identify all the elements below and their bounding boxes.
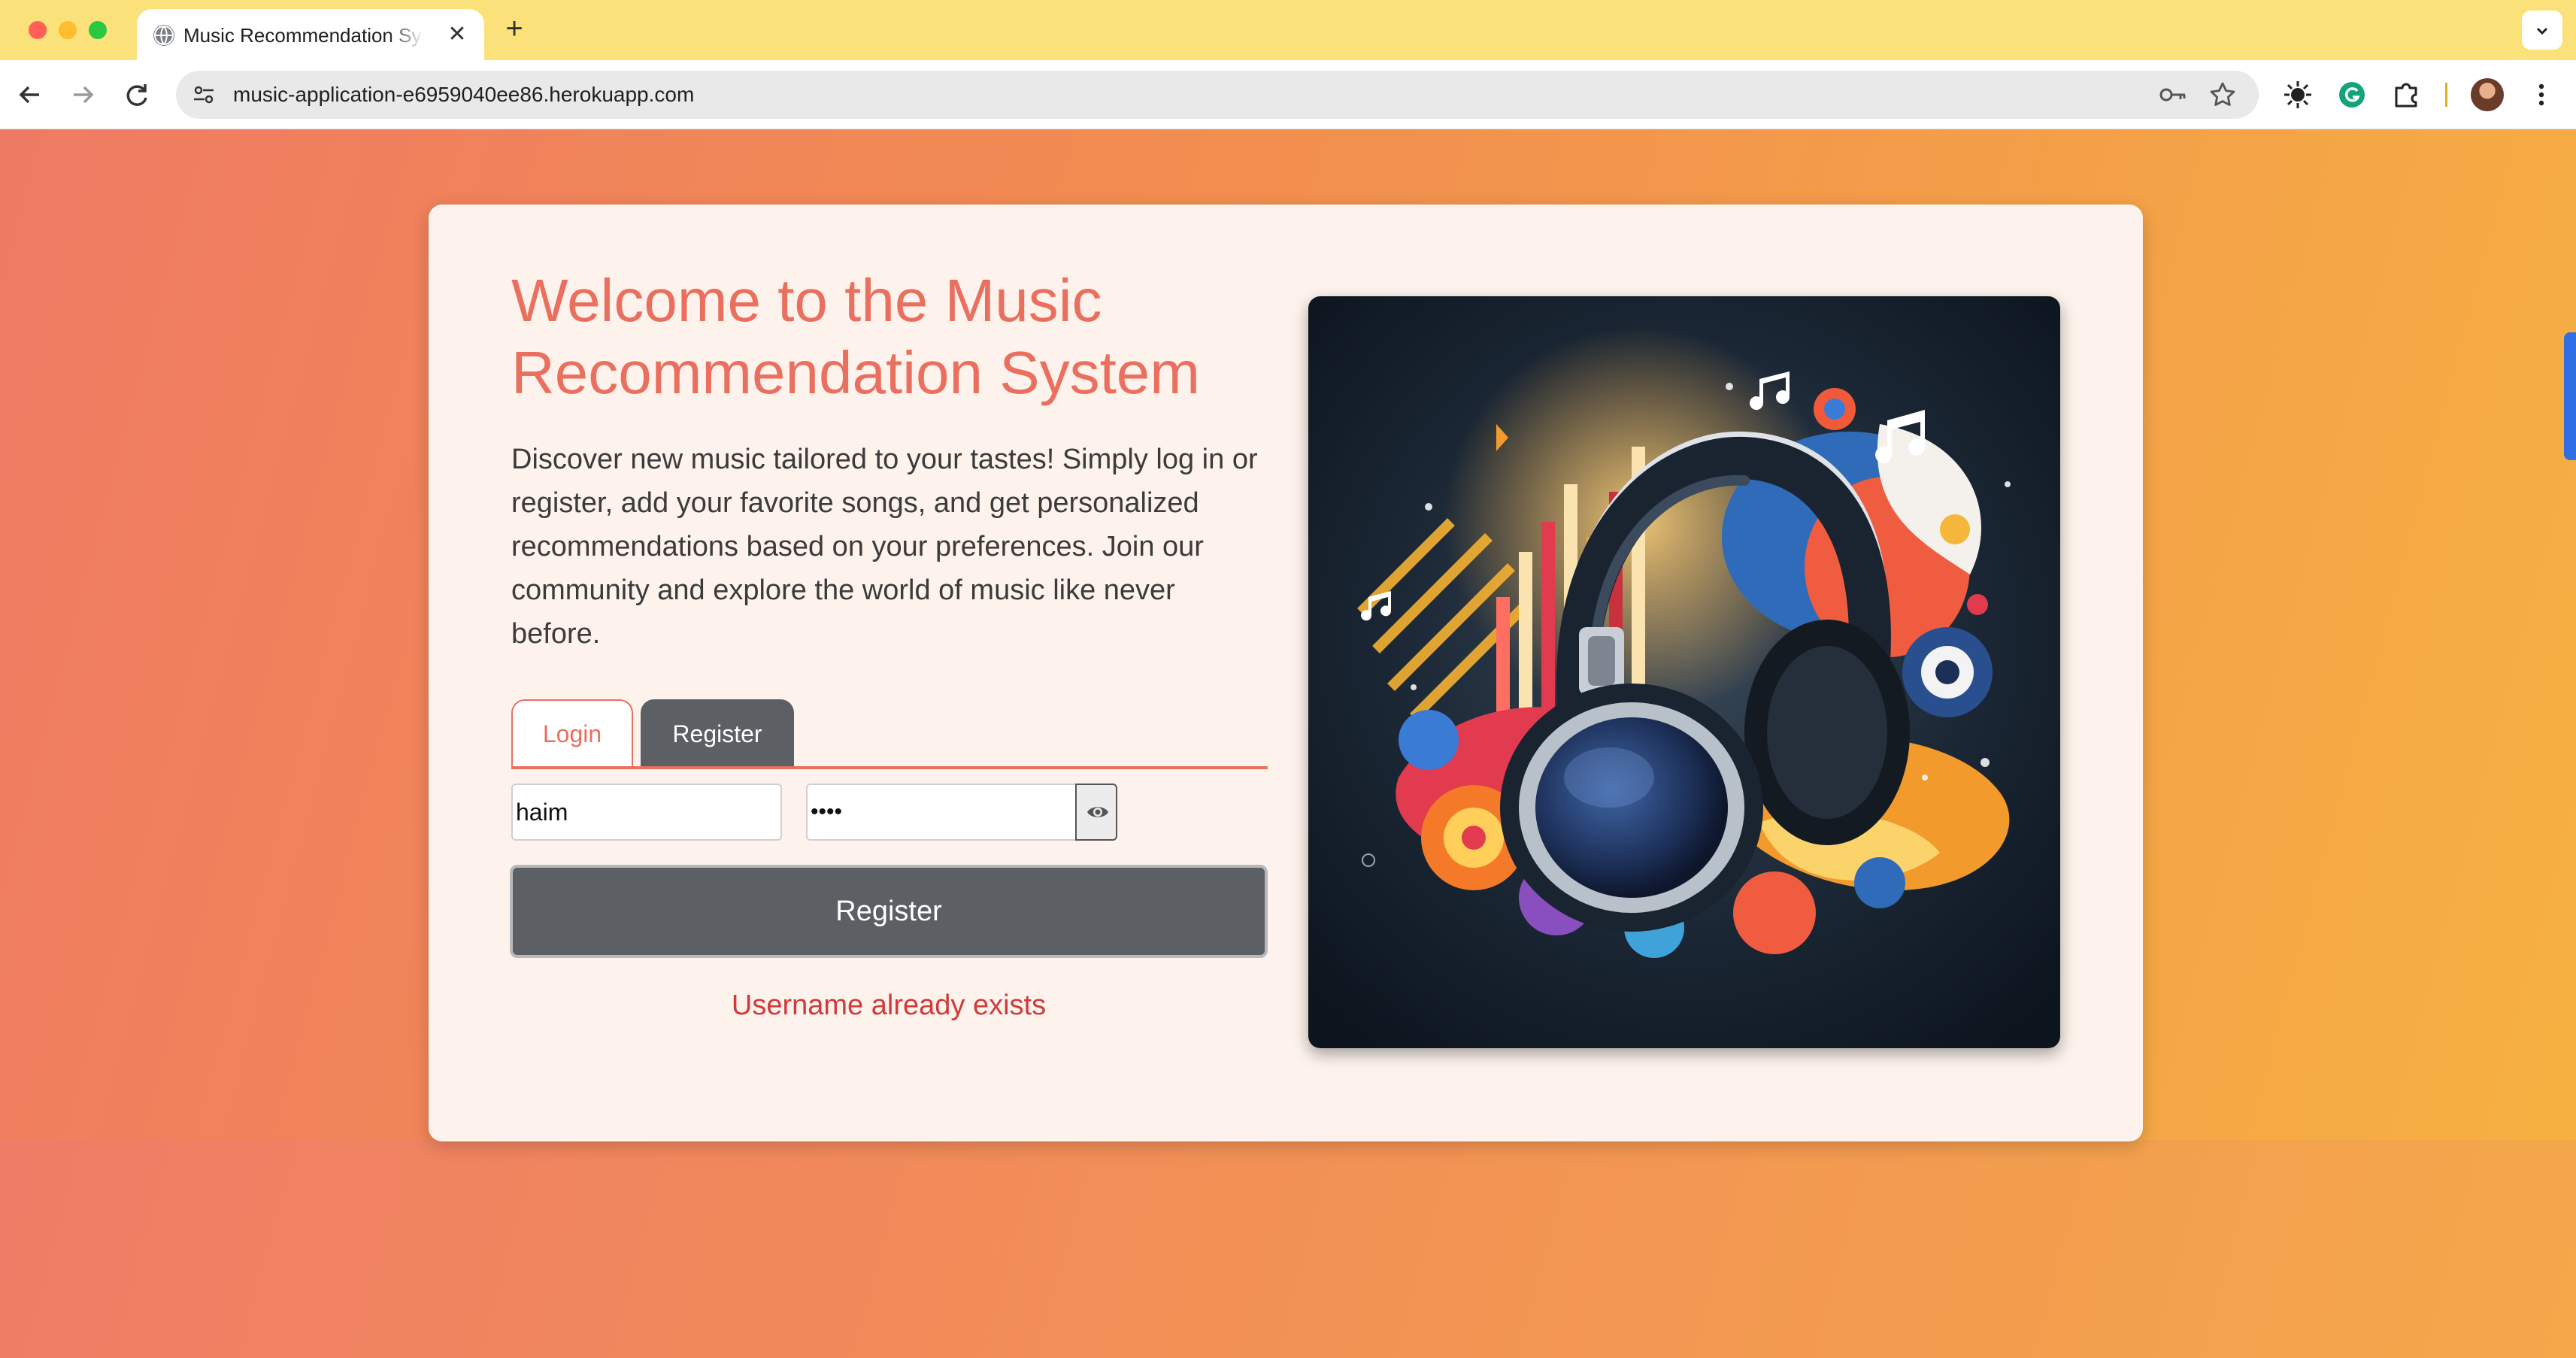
browser-toolbar: music-application-e6959040ee86.herokuapp… [0,60,2576,129]
tab-title: Music Recommendation System [183,24,424,47]
site-settings-icon[interactable] [192,84,215,105]
address-bar[interactable]: music-application-e6959040ee86.herokuapp… [176,71,2259,119]
chevron-down-icon[interactable] [2522,11,2562,50]
eye-icon [1087,807,1108,817]
error-message: Username already exists [731,990,1047,1021]
browser-tab-strip: Music Recommendation System ✕ + [0,0,2576,60]
reload-icon[interactable] [120,78,153,111]
toolbar-divider [2445,83,2447,107]
username-input[interactable] [511,784,782,841]
welcome-card: Welcome to the Music Recommendation Syst… [429,205,2143,1141]
headphones-illustration [1308,296,2060,1048]
maximize-window-button[interactable] [89,21,107,39]
page-viewport: Welcome to the Music Recommendation Syst… [0,129,2576,1358]
star-icon[interactable] [2208,80,2238,110]
globe-icon [153,25,174,46]
close-window-button[interactable] [29,21,47,39]
browser-tab[interactable]: Music Recommendation System ✕ [137,9,484,60]
plus-icon[interactable]: + [499,14,529,44]
intro-paragraph: Discover new music tailored to your tast… [511,444,1258,650]
extension-sun-icon[interactable] [2281,78,2314,111]
show-password-button[interactable] [1075,784,1117,841]
tab-underline [511,766,1268,769]
register-submit-button[interactable]: Register [510,865,1268,958]
scrollbar[interactable] [2564,332,2576,460]
grammarly-icon[interactable] [2335,78,2368,111]
close-icon[interactable]: ✕ [445,23,469,47]
password-input[interactable] [806,784,1077,841]
url-text: music-application-e6959040ee86.herokuapp… [233,83,695,106]
more-vert-icon[interactable] [2525,78,2558,111]
key-icon[interactable] [2158,83,2188,107]
minimize-window-button[interactable] [59,21,77,39]
back-arrow-icon[interactable] [14,78,47,111]
profile-avatar[interactable] [2471,78,2504,111]
tab-register[interactable]: Register [641,699,794,768]
forward-arrow-icon[interactable] [66,78,99,111]
page-background-lower [0,1140,2576,1358]
puzzle-icon[interactable] [2390,78,2423,111]
tab-login[interactable]: Login [511,699,633,768]
page-title: Welcome to the Music Recommendation Syst… [511,267,1200,406]
